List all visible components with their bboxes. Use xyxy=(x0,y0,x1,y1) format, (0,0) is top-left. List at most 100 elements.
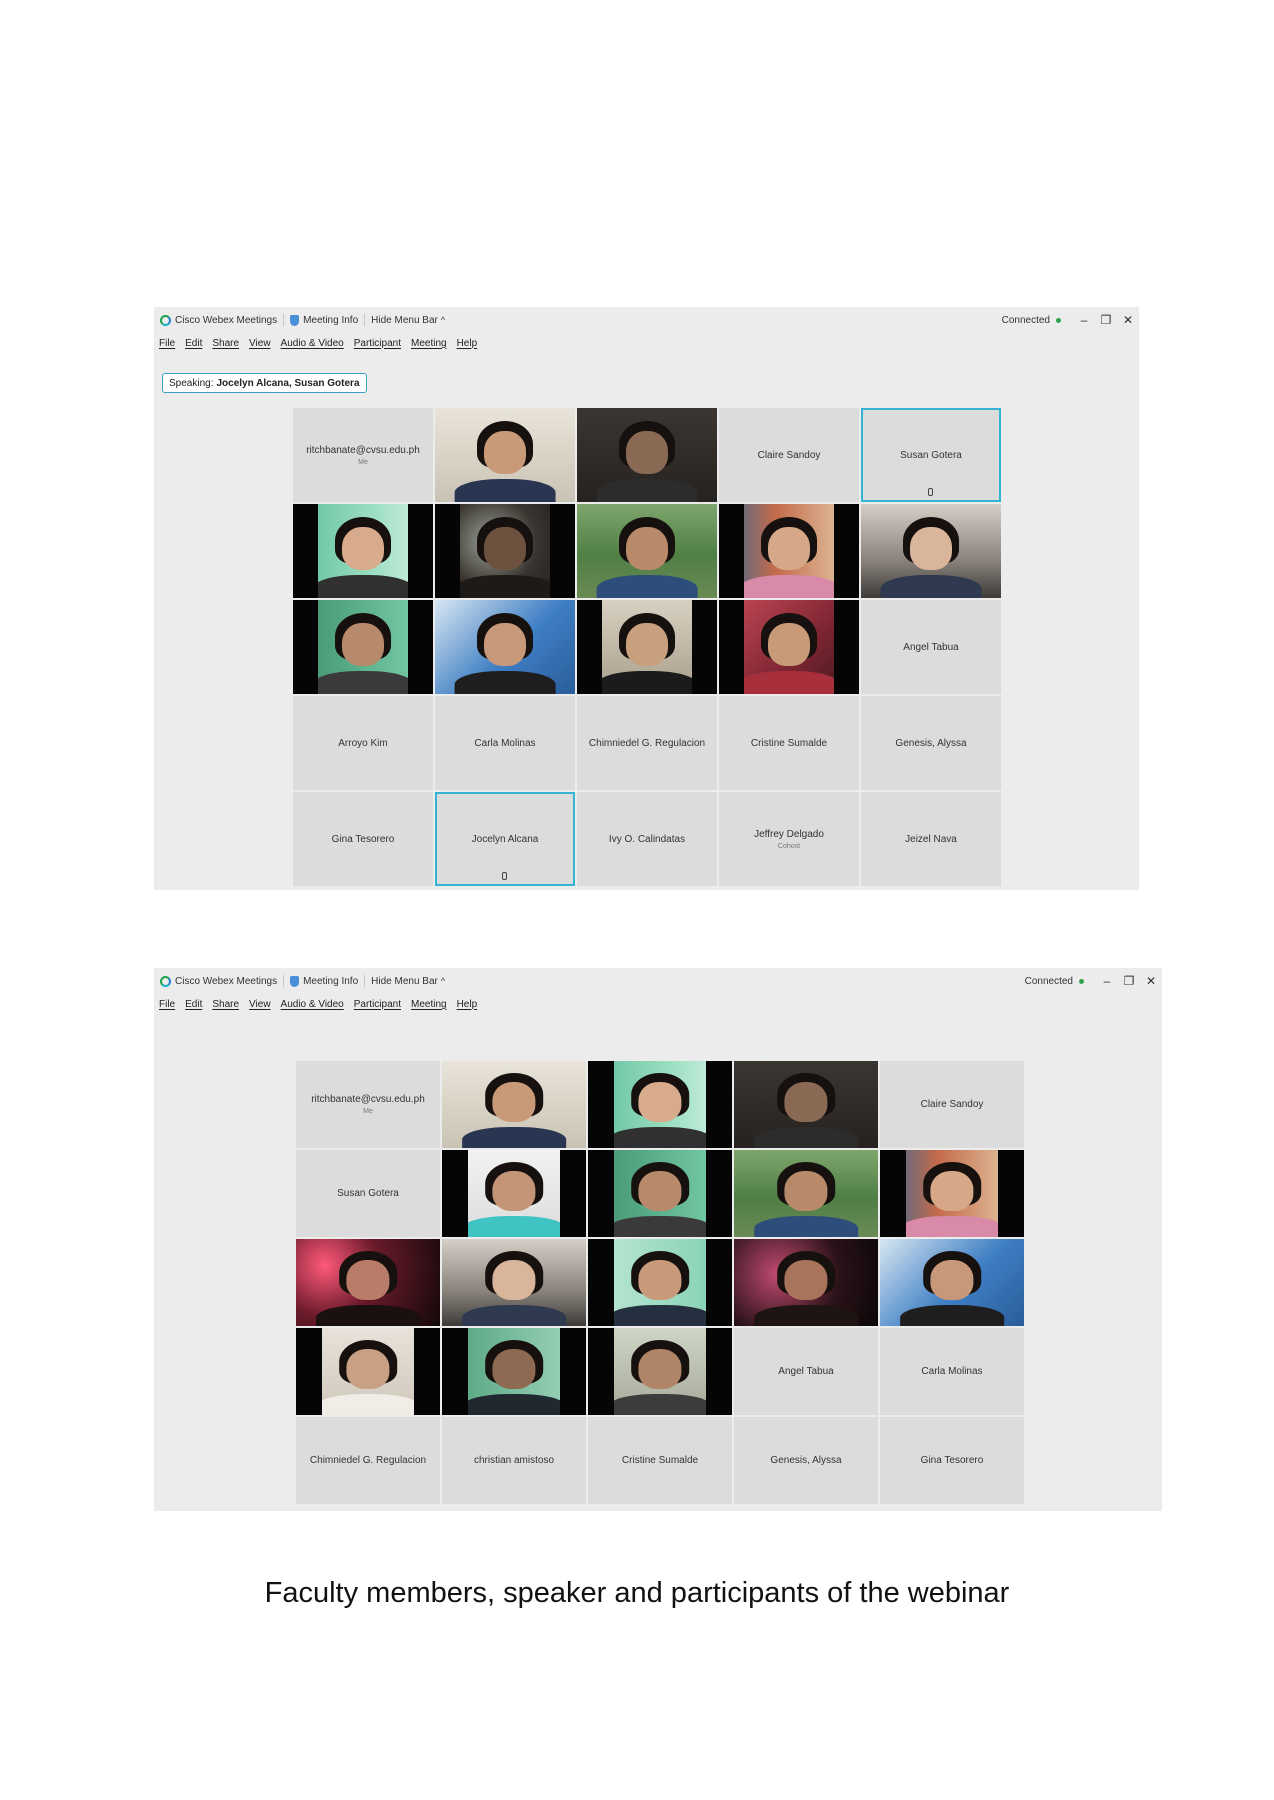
participant-tile[interactable]: ritchbanate@cvsu.edu.ph Me xyxy=(296,1061,440,1148)
participant-video-tile[interactable] xyxy=(577,504,717,598)
participant-video-tile[interactable] xyxy=(435,408,575,502)
participant-video-tile[interactable] xyxy=(719,504,859,598)
menu-view[interactable]: View xyxy=(244,999,276,1010)
participant-tile[interactable]: Angel Tabua xyxy=(734,1328,878,1415)
participant-body xyxy=(738,575,840,598)
menu-audio-video[interactable]: Audio & Video xyxy=(276,338,349,349)
webex-screenshot-2: Cisco Webex Meetings Meeting Info Hide M… xyxy=(154,968,1162,1511)
participant-face xyxy=(930,1170,974,1211)
participant-tile[interactable]: Chimniedel G. Regulacion xyxy=(577,696,717,790)
participant-video-tile[interactable] xyxy=(442,1328,586,1415)
meeting-info-button[interactable]: Meeting Info xyxy=(284,314,364,326)
participant-video-tile[interactable] xyxy=(293,600,433,694)
participant-tile[interactable]: Genesis, Alyssa xyxy=(734,1417,878,1504)
menu-meeting[interactable]: Meeting xyxy=(406,338,452,349)
participant-tile[interactable]: Gina Tesorero xyxy=(880,1417,1024,1504)
minimize-icon[interactable]: – xyxy=(1096,974,1118,988)
participant-tile[interactable]: Jocelyn Alcana xyxy=(435,792,575,886)
participant-video-tile[interactable] xyxy=(588,1150,732,1237)
participant-tile[interactable]: Cristine Sumalde xyxy=(719,696,859,790)
menu-file[interactable]: File xyxy=(154,999,180,1010)
app-title: Cisco Webex Meetings xyxy=(154,314,283,326)
menu-help[interactable]: Help xyxy=(452,999,483,1010)
minimize-icon[interactable]: – xyxy=(1073,313,1095,327)
participant-video-tile[interactable] xyxy=(442,1239,586,1326)
participant-video-tile[interactable] xyxy=(442,1061,586,1148)
participant-name: Chimniedel G. Regulacion xyxy=(309,1455,427,1466)
figure-caption: Faculty members, speaker and participant… xyxy=(264,1577,1010,1609)
participant-face xyxy=(492,1259,536,1300)
participant-video-tile[interactable] xyxy=(734,1150,878,1237)
participant-tile[interactable]: Claire Sandoy xyxy=(719,408,859,502)
participant-tile[interactable]: Gina Tesorero xyxy=(293,792,433,886)
participant-video-tile[interactable] xyxy=(734,1061,878,1148)
menu-file[interactable]: File xyxy=(154,338,180,349)
letterbox-bar xyxy=(833,504,859,598)
restore-icon[interactable]: ❐ xyxy=(1095,313,1117,327)
menu-view[interactable]: View xyxy=(244,338,276,349)
close-icon[interactable]: ✕ xyxy=(1140,974,1162,988)
participant-face xyxy=(492,1170,536,1211)
participant-tile[interactable]: Genesis, Alyssa xyxy=(861,696,1001,790)
participant-video-tile[interactable] xyxy=(880,1239,1024,1326)
participant-video-tile[interactable] xyxy=(296,1328,440,1415)
participant-tile[interactable]: Carla Molinas xyxy=(435,696,575,790)
participant-role: Cohost xyxy=(777,842,801,850)
participant-tile[interactable]: Claire Sandoy xyxy=(880,1061,1024,1148)
participant-tile[interactable]: Angel Tabua xyxy=(861,600,1001,694)
participant-video-tile[interactable] xyxy=(588,1239,732,1326)
participant-tile[interactable]: Chimniedel G. Regulacion xyxy=(296,1417,440,1504)
participant-tile[interactable]: Jeizel Nava xyxy=(861,792,1001,886)
participant-video-tile[interactable] xyxy=(577,408,717,502)
participant-name: Jeizel Nava xyxy=(905,833,957,845)
participant-tile[interactable]: christian amistoso xyxy=(442,1417,586,1504)
menu-participant[interactable]: Participant xyxy=(349,999,406,1010)
participant-body xyxy=(462,1305,566,1326)
menu-share[interactable]: Share xyxy=(207,999,244,1010)
participant-video-tile[interactable] xyxy=(734,1239,878,1326)
participant-video-tile[interactable] xyxy=(435,600,575,694)
participant-video-tile[interactable] xyxy=(435,504,575,598)
participant-tile[interactable]: Jeffrey Delgado Cohost xyxy=(719,792,859,886)
participant-tile[interactable]: Cristine Sumalde xyxy=(588,1417,732,1504)
participant-video-tile[interactable] xyxy=(719,600,859,694)
participant-body xyxy=(312,671,414,694)
participant-video-tile[interactable] xyxy=(880,1150,1024,1237)
hide-menu-bar-button[interactable]: Hide Menu Bar ^ xyxy=(365,315,451,326)
letterbox-bar xyxy=(407,504,433,598)
close-icon[interactable]: ✕ xyxy=(1117,313,1139,327)
participant-tile[interactable]: Carla Molinas xyxy=(880,1328,1024,1415)
menu-share[interactable]: Share xyxy=(207,338,244,349)
participant-body xyxy=(462,1127,566,1148)
participant-tile[interactable]: Ivy O. Calindatas xyxy=(577,792,717,886)
participant-video-tile[interactable] xyxy=(296,1239,440,1326)
restore-icon[interactable]: ❐ xyxy=(1118,974,1140,988)
participant-video-tile[interactable] xyxy=(588,1328,732,1415)
participant-body xyxy=(454,575,556,598)
menu-edit[interactable]: Edit xyxy=(180,338,207,349)
participant-role: Me xyxy=(358,458,368,466)
participant-grid: ritchbanate@cvsu.edu.ph Me Claire Sandoy Su… xyxy=(296,1061,1024,1504)
participant-video-tile[interactable] xyxy=(861,504,1001,598)
participant-body xyxy=(754,1216,858,1237)
participant-tile[interactable]: Susan Gotera xyxy=(296,1150,440,1237)
participant-tile[interactable]: ritchbanate@cvsu.edu.ph Me xyxy=(293,408,433,502)
participant-face xyxy=(492,1348,536,1389)
menu-audio-video[interactable]: Audio & Video xyxy=(276,999,349,1010)
letterbox-bar xyxy=(414,1328,440,1415)
participant-face xyxy=(638,1170,682,1211)
meeting-info-button[interactable]: Meeting Info xyxy=(284,975,364,987)
participant-video-tile[interactable] xyxy=(577,600,717,694)
menu-help[interactable]: Help xyxy=(452,338,483,349)
participant-tile[interactable]: Susan Gotera xyxy=(861,408,1001,502)
hide-menu-bar-button[interactable]: Hide Menu Bar ^ xyxy=(365,976,451,987)
participant-video-tile[interactable] xyxy=(293,504,433,598)
participant-video-tile[interactable] xyxy=(442,1150,586,1237)
letterbox-bar xyxy=(442,1150,468,1237)
participant-face xyxy=(626,526,668,570)
participant-video-tile[interactable] xyxy=(588,1061,732,1148)
menu-edit[interactable]: Edit xyxy=(180,999,207,1010)
menu-participant[interactable]: Participant xyxy=(349,338,406,349)
menu-meeting[interactable]: Meeting xyxy=(406,999,452,1010)
participant-tile[interactable]: Arroyo Kim xyxy=(293,696,433,790)
